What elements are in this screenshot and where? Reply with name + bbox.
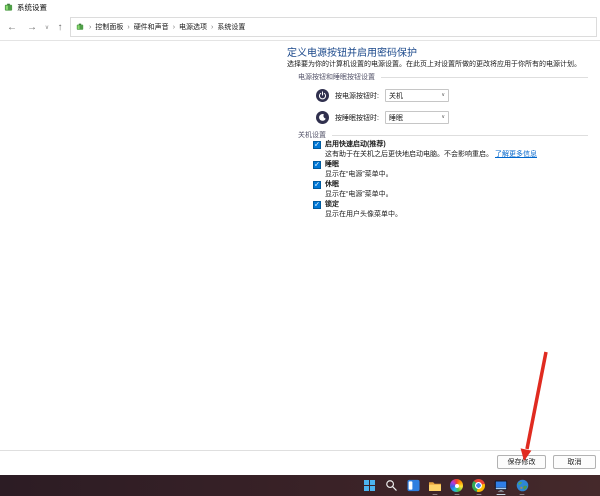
open-app-indicator: [432, 493, 438, 495]
breadcrumb-separator: ›: [89, 23, 92, 31]
sleep-checkbox[interactable]: ✓: [313, 161, 321, 169]
option-description-text: 这有助于在关机之后更快地启动电脑。不会影响重启。: [325, 151, 493, 158]
option-sleep: ✓ 睡眠 显示在“电源”菜单中。: [313, 160, 393, 179]
start-button-icon[interactable]: [362, 478, 377, 493]
active-app-indicator: [496, 493, 506, 495]
section-header-label: 电源按钮和睡眠按钮设置: [298, 74, 375, 81]
file-explorer-icon[interactable]: [428, 478, 443, 495]
navigation-toolbar: ← → ∨ ↑ › 控制面板 › 硬件和声音 › 电源选项 › 系统设置: [0, 14, 600, 41]
internet-globe-icon[interactable]: [515, 478, 530, 495]
sleep-icon: [316, 111, 329, 124]
power-buttons-section-header: 电源按钮和睡眠按钮设置: [298, 72, 588, 82]
chevron-down-icon: ∨: [441, 114, 445, 120]
sleep-button-action-select[interactable]: 睡眠 ∨: [385, 111, 449, 124]
checkmark-icon: ✓: [314, 141, 320, 148]
breadcrumb-hardware-and-sound[interactable]: 硬件和声音: [134, 22, 169, 32]
back-icon[interactable]: ←: [4, 14, 20, 40]
option-label: 锁定: [325, 201, 339, 208]
option-description: 显示在“电源”菜单中。: [325, 191, 393, 198]
breadcrumb-power-options[interactable]: 电源选项: [179, 22, 207, 32]
option-hibernate: ✓ 休眠 显示在“电源”菜单中。: [313, 180, 393, 199]
breadcrumb-separator: ›: [127, 23, 130, 31]
power-options-icon: [4, 3, 13, 12]
chevron-down-icon: ∨: [441, 92, 445, 98]
footer-divider: [0, 450, 600, 451]
fast-startup-checkbox[interactable]: ✓: [313, 141, 321, 149]
open-app-indicator: [454, 493, 460, 495]
breadcrumb-system-settings[interactable]: 系统设置: [217, 22, 245, 32]
checkmark-icon: ✓: [314, 201, 320, 208]
power-button-row: 按电源按钮时: 关机 ∨: [316, 89, 449, 102]
lock-checkbox[interactable]: ✓: [313, 201, 321, 209]
taskbar-icons: [362, 475, 530, 496]
task-view-icon[interactable]: [406, 478, 421, 493]
breadcrumb-separator: ›: [172, 23, 176, 31]
section-divider: [332, 135, 588, 136]
sleep-button-label: 按睡眠按钮时:: [335, 114, 379, 122]
option-description: 显示在“电源”菜单中。: [325, 171, 393, 178]
power-button-label: 按电源按钮时:: [335, 92, 379, 100]
taskbar: [0, 475, 600, 496]
hibernate-checkbox[interactable]: ✓: [313, 181, 321, 189]
checkmark-icon: ✓: [314, 161, 320, 168]
system-settings-window-icon[interactable]: [493, 478, 508, 495]
option-label: 休眠: [325, 181, 339, 188]
power-options-icon: [76, 23, 85, 32]
option-description: 这有助于在关机之后更快地启动电脑。不会影响重启。 了解更多信息: [325, 150, 537, 159]
checkmark-icon: ✓: [314, 181, 320, 188]
window-titlebar: 系统设置: [0, 0, 600, 14]
open-app-indicator: [519, 493, 525, 495]
page-subtitle: 选择要为你的计算机设置的电源设置。在此页上对设置所做的更改将应用于你所有的电源计…: [287, 61, 581, 68]
save-button[interactable]: 保存修改: [497, 455, 546, 469]
power-icon: [316, 89, 329, 102]
recent-pages-chevron-icon[interactable]: ∨: [42, 14, 52, 40]
option-lock: ✓ 锁定 显示在用户头像菜单中。: [313, 200, 402, 219]
learn-more-link[interactable]: 了解更多信息: [495, 151, 537, 158]
option-label: 启用快速启动(推荐): [325, 141, 386, 148]
breadcrumb-control-panel[interactable]: 控制面板: [95, 22, 123, 32]
shutdown-section-header: 关机设置: [298, 130, 588, 140]
window-title: 系统设置: [17, 2, 47, 12]
search-icon[interactable]: [384, 478, 399, 493]
select-value: 关机: [389, 92, 403, 100]
option-label: 睡眠: [325, 161, 339, 168]
option-description: 显示在用户头像菜单中。: [325, 211, 402, 218]
address-bar[interactable]: › 控制面板 › 硬件和声音 › 电源选项 › 系统设置: [70, 17, 597, 37]
sleep-button-row: 按睡眠按钮时: 睡眠 ∨: [316, 111, 449, 124]
up-icon[interactable]: ↑: [52, 14, 68, 40]
chrome-icon[interactable]: [471, 478, 486, 495]
option-fast-startup: ✓ 启用快速启动(推荐) 这有助于在关机之后更快地启动电脑。不会影响重启。 了解更…: [313, 140, 537, 159]
breadcrumb-separator: ›: [211, 23, 214, 31]
page-title: 定义电源按钮并启用密码保护: [287, 48, 417, 59]
section-header-label: 关机设置: [298, 132, 326, 139]
select-value: 睡眠: [389, 114, 403, 122]
forward-icon[interactable]: →: [24, 14, 40, 40]
cancel-button[interactable]: 取消: [553, 455, 596, 469]
photos-icon[interactable]: [449, 478, 464, 495]
open-app-indicator: [476, 493, 482, 495]
power-button-action-select[interactable]: 关机 ∨: [385, 89, 449, 102]
section-divider: [381, 77, 588, 78]
